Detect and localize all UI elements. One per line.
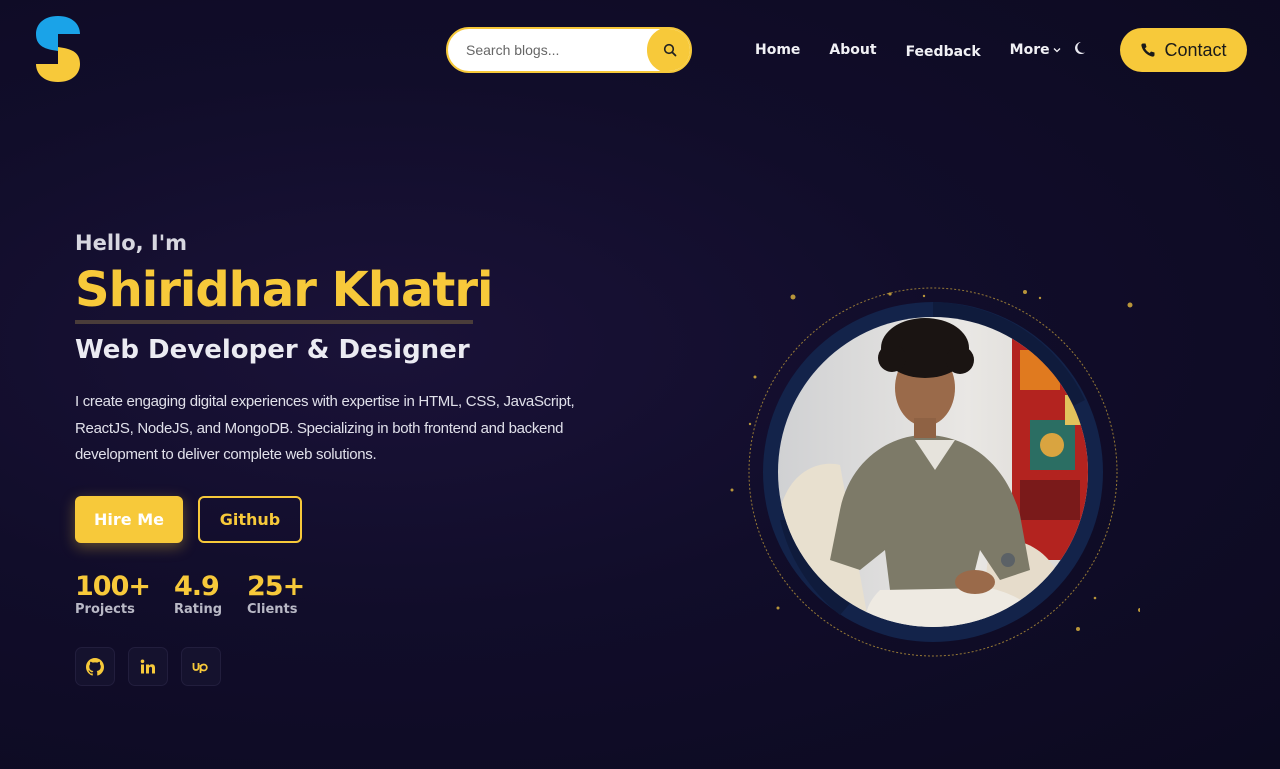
github-icon <box>86 657 104 676</box>
greeting: Hello, I'm <box>75 231 188 255</box>
hero-role: Web Developer & Designer <box>75 335 470 365</box>
linkedin-icon <box>140 659 155 673</box>
stat-value: 4.9 <box>174 571 220 602</box>
github-button[interactable]: Github <box>198 496 302 543</box>
stat-projects: 100+ Projects <box>75 571 151 617</box>
chevron-down-icon <box>1053 48 1061 53</box>
github-social-button[interactable] <box>75 647 115 686</box>
hero-name: Shiridhar Khatri <box>75 262 493 324</box>
search-bar <box>446 27 692 73</box>
stat-label: Projects <box>75 602 135 617</box>
main-nav: Home About Feedback More <box>755 40 1090 60</box>
hire-me-button[interactable]: Hire Me <box>75 496 183 543</box>
hero-description: I create engaging digital experiences wi… <box>75 393 575 463</box>
stat-value: 25+ <box>247 571 305 602</box>
phone-icon <box>1141 43 1155 57</box>
search-icon <box>663 43 676 57</box>
stat-label: Clients <box>247 602 298 617</box>
moon-icon[interactable] <box>1074 40 1090 56</box>
upwork-icon <box>192 662 208 673</box>
nav-more[interactable]: More <box>1010 42 1061 58</box>
nav-about[interactable]: About <box>829 42 876 58</box>
nav-home[interactable]: Home <box>755 42 800 58</box>
contact-label: Contact <box>1164 39 1227 60</box>
contact-button[interactable]: Contact <box>1120 28 1247 72</box>
portrait-graphic <box>730 287 1140 657</box>
nav-feedback[interactable]: Feedback <box>906 44 981 60</box>
stat-label: Rating <box>174 602 223 617</box>
logo-icon[interactable] <box>34 14 82 84</box>
stat-clients: 25+ Clients <box>247 571 305 617</box>
search-input[interactable] <box>448 42 647 58</box>
stat-rating: 4.9 Rating <box>174 571 222 617</box>
stat-value: 100+ <box>75 571 151 602</box>
nav-more-label: More <box>1009 42 1050 58</box>
upwork-social-button[interactable] <box>181 647 221 686</box>
linkedin-social-button[interactable] <box>128 647 168 686</box>
search-button[interactable] <box>647 29 690 71</box>
